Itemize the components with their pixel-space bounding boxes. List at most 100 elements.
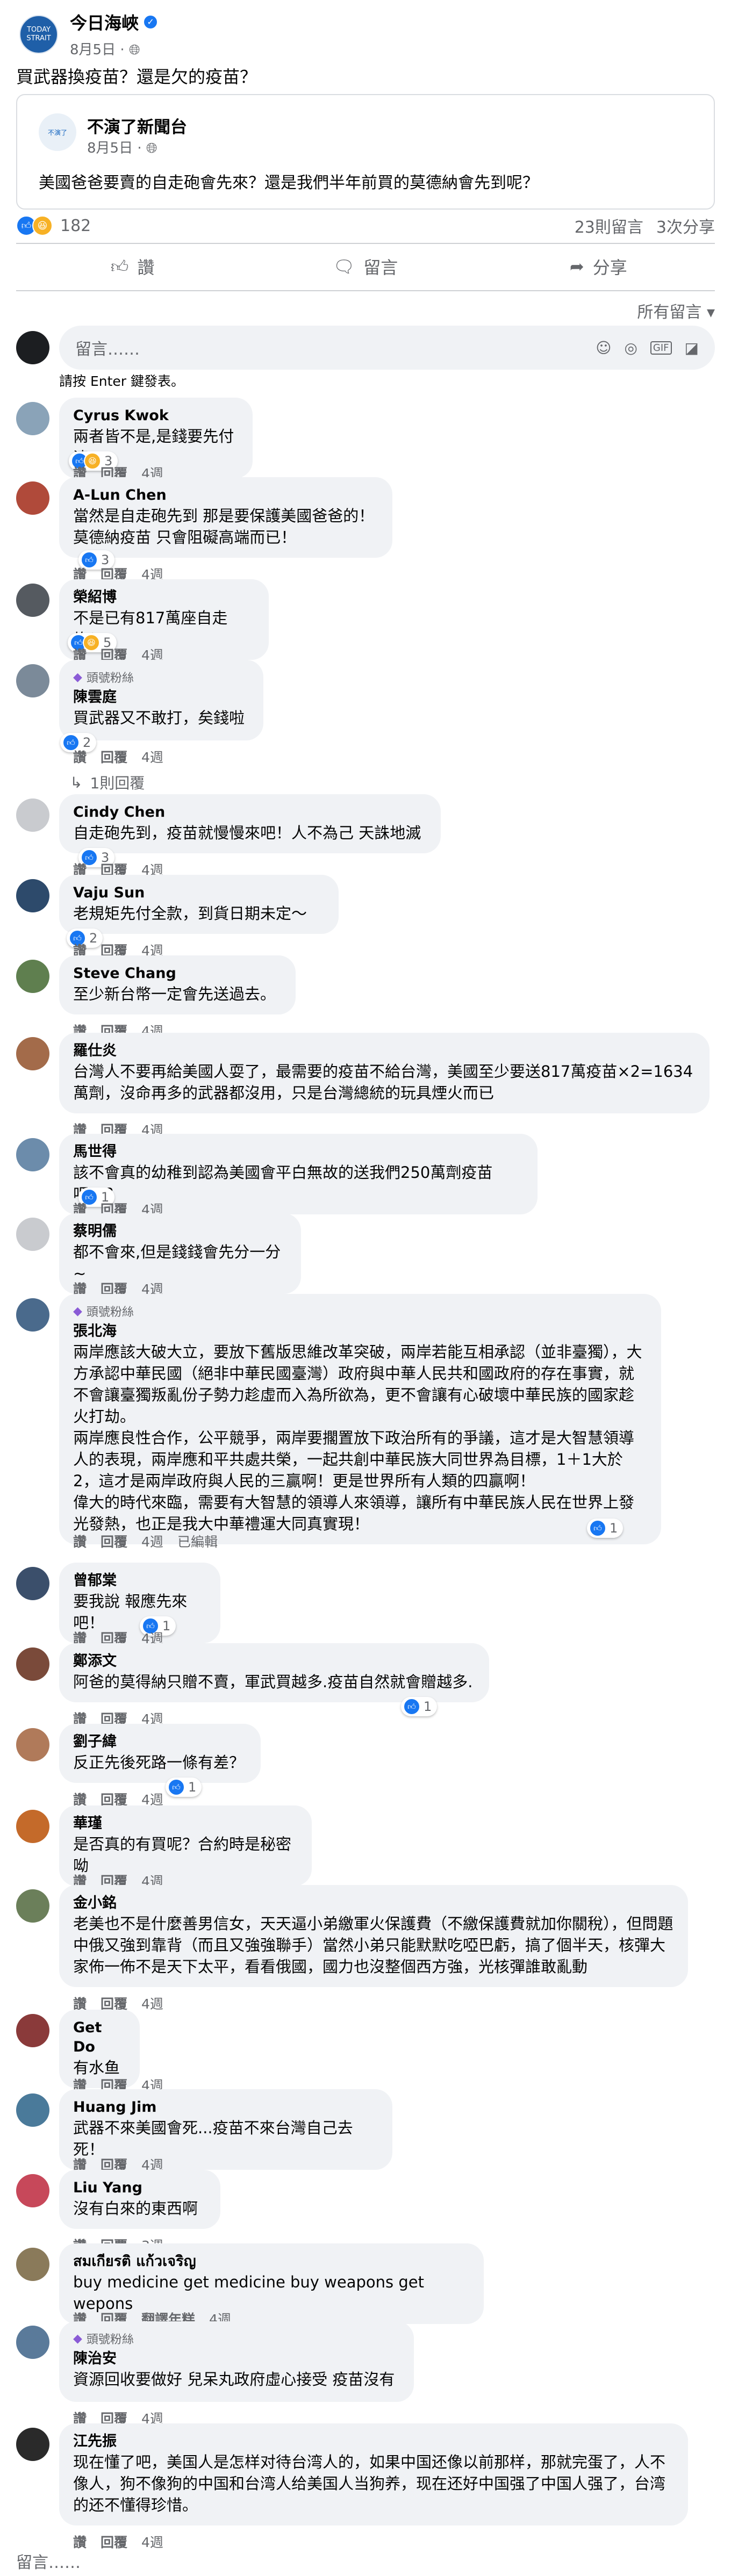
- comment-reply-button[interactable]: 回覆: [101, 747, 127, 766]
- like-reaction-icon: 👍︎: [403, 1698, 420, 1715]
- commenter-avatar[interactable]: [16, 1889, 49, 1923]
- commenter-avatar[interactable]: [16, 2174, 49, 2207]
- commenter-name[interactable]: 蔡明儒: [73, 1222, 287, 1241]
- commenter-avatar[interactable]: [16, 584, 49, 617]
- comment-timestamp[interactable]: 4週: [141, 2532, 163, 2551]
- comment-text: 買武器又不敢打，矣錢啦: [73, 709, 245, 727]
- thumbs-up-icon: 👍︎: [110, 256, 129, 277]
- comment-button[interactable]: 🗨︎ 留言: [249, 247, 482, 286]
- verified-badge-icon: ✓: [144, 16, 157, 28]
- post-date-text[interactable]: 8月5日 ·: [70, 42, 129, 58]
- shared-date-text[interactable]: 8月5日 ·: [87, 140, 146, 156]
- commenter-avatar[interactable]: [16, 1810, 49, 1843]
- gif-icon[interactable]: GIF: [650, 341, 672, 355]
- caret-down-icon: ▾: [706, 303, 715, 322]
- shared-post-card[interactable]: 不演了 不演了新聞台 8月5日 · 🌐︎ 美國爸爸要賣的自走砲會先來？還是我們半…: [16, 94, 715, 210]
- view-replies-link[interactable]: ↳ 1則回覆: [70, 772, 145, 793]
- page-avatar[interactable]: TODAY STRAIT: [19, 15, 58, 54]
- comment-text: buy medicine get medicine buy weapons ge…: [73, 2273, 429, 2313]
- commenter-avatar[interactable]: [16, 1647, 49, 1681]
- commenter-avatar[interactable]: [16, 879, 49, 912]
- comment-reaction-badge[interactable]: 👍︎ 1: [166, 1778, 202, 1797]
- view-more-comments[interactable]: 留言……: [16, 2549, 81, 2573]
- comment-like-button[interactable]: 讚: [73, 747, 87, 766]
- current-user-avatar[interactable]: [16, 331, 49, 364]
- comment-like-button[interactable]: 讚: [73, 1531, 87, 1551]
- commenter-name[interactable]: 劉子緯: [73, 1732, 247, 1752]
- page-name[interactable]: 今日海峽: [70, 10, 139, 34]
- commenter-avatar[interactable]: [16, 481, 49, 515]
- commenter-name[interactable]: Vaju Sun: [73, 883, 325, 903]
- comment-reaction-badge[interactable]: 👍︎ 1: [587, 1519, 624, 1538]
- shared-page-avatar[interactable]: 不演了: [39, 113, 76, 151]
- commenter-name[interactable]: 華瑾: [73, 1814, 298, 1833]
- comment-bubble: 鄭添文 阿爸的莫得納只贈不賣，軍武買越多.疫苗自然就會贈越多.: [59, 1643, 489, 1702]
- commenter-name[interactable]: Liu Yang: [73, 2178, 206, 2198]
- comment-text: 现在懂了吧，美国人是怎样对待台湾人的，如果中国还像以前那样，那就完蛋了，人不像人…: [73, 2453, 666, 2514]
- comment-reaction-badge[interactable]: 👍︎ 1: [401, 1697, 438, 1716]
- commenter-name[interactable]: 鄭添文: [73, 1652, 475, 1671]
- comment-reply-button[interactable]: 回覆: [101, 2532, 127, 2551]
- camera-icon[interactable]: ◎: [624, 339, 637, 357]
- commenter-name[interactable]: 金小銘: [73, 1894, 674, 1913]
- comment-timestamp[interactable]: 4週: [141, 1994, 163, 2013]
- composer-icons: ☺ ◎ GIF ◪: [596, 326, 699, 370]
- divider: [16, 243, 715, 244]
- sticker-icon[interactable]: ◪: [685, 339, 699, 357]
- reply-arrow-icon: ↳: [70, 773, 83, 791]
- share-button[interactable]: ➦ 分享: [482, 247, 715, 286]
- commenter-name[interactable]: 張北海: [73, 1322, 647, 1341]
- comment-text: 至少新台幣一定會先送過去。: [73, 985, 276, 1003]
- commenter-name[interactable]: A-Lun Chen: [73, 486, 378, 505]
- commenter-avatar[interactable]: [16, 1728, 49, 1761]
- comment-sort-dropdown[interactable]: 所有留言 ▾: [637, 299, 715, 322]
- commenter-name[interactable]: 陳雲庭: [73, 688, 249, 707]
- commenter-avatar[interactable]: [16, 2014, 49, 2047]
- commenter-avatar[interactable]: [16, 960, 49, 993]
- commenter-avatar[interactable]: [16, 2428, 49, 2461]
- commenter-avatar[interactable]: [16, 2248, 49, 2281]
- commenter-name[interactable]: 榮紹博: [73, 588, 255, 607]
- shared-page-name[interactable]: 不演了新聞台: [87, 113, 187, 138]
- comment-like-button[interactable]: 讚: [73, 2532, 87, 2551]
- comment-text: 自走砲先到，疫苗就慢慢來吧！人不為己 天誅地滅: [73, 824, 421, 842]
- commenter-avatar[interactable]: [16, 1298, 49, 1332]
- commenter-avatar[interactable]: [16, 1218, 49, 1251]
- commenter-name[interactable]: 羅仕炎: [73, 1041, 696, 1061]
- share-count[interactable]: 3次分享: [656, 214, 715, 238]
- commenter-avatar[interactable]: [16, 2326, 49, 2359]
- commenter-name[interactable]: Get Do: [73, 2018, 126, 2057]
- top-fan-badge: ◆ 頭號粉絲: [73, 2330, 400, 2347]
- post-actions: 👍︎ 讚 🗨︎ 留言 ➦ 分享: [16, 247, 715, 286]
- commenter-avatar[interactable]: [16, 1138, 49, 1171]
- comment-timestamp[interactable]: 4週: [141, 1531, 163, 1551]
- reaction-count[interactable]: 182: [60, 217, 91, 235]
- commenter-avatar[interactable]: [16, 798, 49, 832]
- like-button[interactable]: 👍︎ 讚: [16, 247, 249, 286]
- comment-timestamp[interactable]: 4週: [141, 747, 163, 766]
- commenter-avatar[interactable]: [16, 664, 49, 697]
- commenter-avatar[interactable]: [16, 1567, 49, 1600]
- comment-bubble: 江先振现在懂了吧，美国人是怎样对待台湾人的，如果中国还像以前那样，那就完蛋了，人…: [59, 2423, 688, 2525]
- commenter-avatar[interactable]: [16, 2093, 49, 2127]
- comment-label: 留言: [363, 257, 398, 278]
- commenter-name[interactable]: 江先振: [73, 2432, 674, 2451]
- commenter-name[interactable]: Cindy Chen: [73, 803, 427, 822]
- commenter-name[interactable]: Steve Chang: [73, 964, 282, 983]
- commenter-name[interactable]: สมเกียรติ แก้วเจริญ: [73, 2252, 470, 2271]
- reaction-icons[interactable]: 👍︎ 😆︎ 182: [16, 215, 91, 236]
- diamond-icon: ◆: [73, 670, 82, 684]
- emoji-icon[interactable]: ☺: [596, 339, 611, 357]
- comment-count[interactable]: 23則留言: [575, 214, 643, 238]
- comment-text: 老美也不是什麼善男信女，天天逼小弟繳軍火保護費（不繳保護費就加你關稅），但問題中…: [73, 1915, 673, 1976]
- commenter-name[interactable]: 馬世得: [73, 1142, 524, 1162]
- commenter-avatar[interactable]: [16, 402, 49, 435]
- commenter-avatar[interactable]: [16, 1037, 49, 1070]
- comment-reaction-count: 1: [610, 1521, 618, 1536]
- commenter-name[interactable]: Cyrus Kwok: [73, 406, 239, 426]
- commenter-name[interactable]: 曾郁棠: [73, 1571, 206, 1591]
- commenter-name[interactable]: Huang Jim: [73, 2098, 378, 2117]
- comment-text: 該不會真的幼稚到認為美國會平白無故的送我們250萬劑疫苗吧???: [73, 1163, 493, 1203]
- commenter-name[interactable]: 陳治安: [73, 2349, 400, 2369]
- comment-reply-button[interactable]: 回覆: [101, 1531, 127, 1551]
